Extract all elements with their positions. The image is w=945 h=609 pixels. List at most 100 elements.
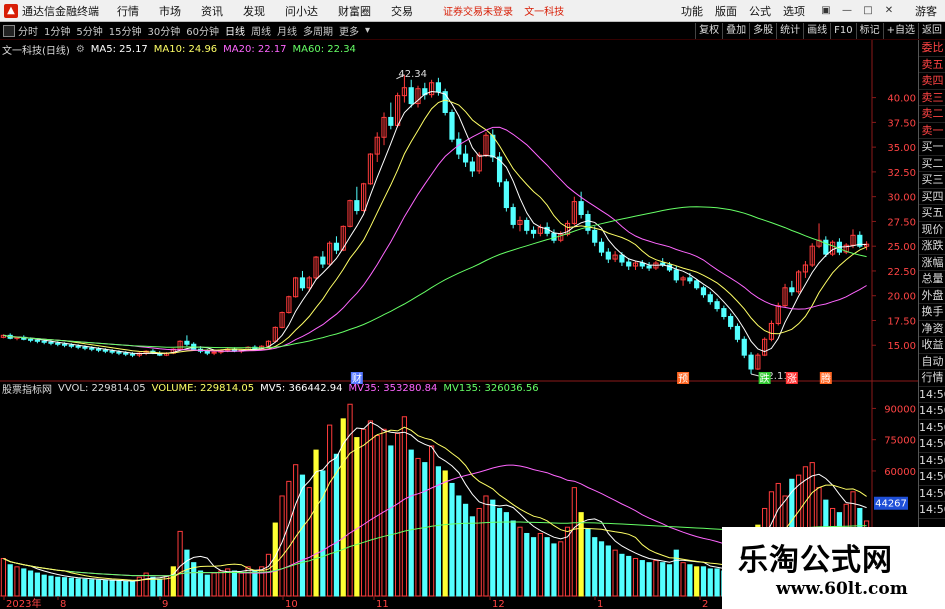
side-panel-item[interactable]: 14:50 [919, 436, 945, 453]
price-legend: 文一科技(日线) ⚙ MA5: 25.17 MA10: 24.96 MA20: … [2, 42, 362, 57]
menu-item-discover[interactable]: 发现 [243, 3, 265, 19]
side-panel-item[interactable]: 买四 [919, 189, 945, 205]
menu-item-ask[interactable]: 问小达 [285, 3, 318, 19]
side-panel-item[interactable]: 卖三 [919, 90, 945, 106]
side-panel-item[interactable]: 14:50 [919, 453, 945, 469]
side-panel-item[interactable]: 卖四 [919, 73, 945, 90]
tool-f10[interactable]: F10 [830, 23, 855, 39]
menu-item-formula[interactable]: 公式 [749, 3, 771, 19]
volume-bar [503, 512, 509, 597]
close-icon[interactable]: ✕ [880, 4, 898, 18]
lock-icon[interactable]: ▣ [817, 4, 835, 18]
side-panel-item[interactable]: 买三 [919, 172, 945, 189]
menu-item-function[interactable]: 功能 [681, 3, 703, 19]
volume-bar [41, 574, 47, 597]
side-panel-item[interactable]: 14:50 [919, 420, 945, 436]
volume-bar [632, 557, 639, 597]
side-panel-item[interactable]: 卖五 [919, 57, 945, 73]
side-panel-item[interactable]: 14:50 [919, 387, 945, 403]
side-panel-item[interactable]: 现价 [919, 222, 945, 238]
menu-item-news[interactable]: 资讯 [201, 3, 223, 19]
side-panel-item[interactable]: 卖二 [919, 106, 945, 123]
guest-user[interactable]: 游客 [915, 3, 937, 19]
side-panel-item[interactable]: 买二 [919, 156, 945, 172]
candle-body [551, 232, 557, 241]
tool-add-watchlist[interactable]: +自选 [882, 23, 918, 39]
side-panel-item[interactable]: 14:50 [919, 502, 945, 519]
side-panel-item[interactable]: 行情 [919, 370, 945, 387]
watermark-url: www.60lt.com [776, 579, 908, 599]
menu-item-options[interactable]: 选项 [783, 3, 805, 19]
side-panel-item[interactable]: 换手 [919, 304, 945, 321]
volume-bar [231, 570, 238, 597]
panel-toggle-icon[interactable] [3, 24, 15, 37]
candle-body [408, 87, 414, 105]
side-panel-item[interactable]: 涨幅 [919, 255, 945, 271]
tool-overlay[interactable]: 叠加 [722, 23, 749, 39]
tool-back[interactable]: 返回 [918, 23, 945, 39]
kline-chart[interactable]: 40.00 37.50 35.00 32.50 30.00 27.50 25.00 22.50… [0, 40, 918, 609]
period-30min[interactable]: 30分钟 [147, 23, 180, 38]
side-panel-item[interactable]: 涨跌 [919, 238, 945, 255]
tool-multi-stock[interactable]: 多股 [749, 23, 776, 39]
tool-adjust[interactable]: 复权 [695, 23, 722, 39]
side-panel-item[interactable]: 14:50 [919, 486, 945, 502]
period-5min[interactable]: 5分钟 [76, 23, 102, 38]
login-status[interactable]: 证券交易未登录 [443, 7, 513, 18]
menu-item-market[interactable]: 市场 [159, 3, 181, 19]
chevron-down-icon[interactable]: ▾ [365, 25, 370, 36]
candle-body [27, 338, 34, 341]
tool-stats[interactable]: 统计 [776, 23, 803, 39]
mv5-value: MV5: 366442.94 [260, 382, 343, 394]
settings-gear-icon[interactable]: ⚙ [76, 44, 85, 55]
side-panel-item[interactable]: 14:50 [919, 403, 945, 420]
period-more[interactable]: 更多 [339, 23, 359, 38]
side-panel-item[interactable]: 14:50 [919, 469, 945, 486]
side-panel-item[interactable]: 买五 [919, 205, 945, 222]
candle-body [299, 277, 306, 289]
side-panel-item[interactable]: 净资 [919, 321, 945, 337]
side-panel-item[interactable]: 卖一 [919, 123, 945, 139]
period-60min[interactable]: 60分钟 [186, 23, 219, 38]
tool-mark[interactable]: 标记 [855, 23, 883, 39]
volume-bar [204, 574, 210, 597]
minimize-icon[interactable]: — [838, 4, 856, 18]
volume-bar [265, 553, 272, 597]
login-notice[interactable]: 证券交易未登录 文一科技 [443, 3, 572, 18]
candle-body [700, 287, 707, 296]
side-panel-item[interactable]: 自动 [919, 354, 945, 370]
period-weekly[interactable]: 周线 [251, 23, 271, 38]
side-panel-item[interactable]: 总量 [919, 271, 945, 288]
candle-body [646, 265, 652, 269]
maximize-icon[interactable]: □ [859, 4, 877, 18]
volume-bar [619, 553, 625, 597]
side-panel-item[interactable]: 委比 [919, 40, 945, 57]
side-panel-item[interactable]: 外盘 [919, 288, 945, 304]
volume-bar [367, 420, 374, 597]
period-monthly[interactable]: 月线 [277, 23, 297, 38]
volume-bar [558, 541, 564, 597]
volume-bar [510, 520, 516, 597]
period-daily[interactable]: 日线 [225, 23, 245, 38]
side-panel-item[interactable]: 买一 [919, 139, 945, 156]
menu-item-trade[interactable]: 交易 [391, 3, 413, 19]
candle-body [592, 229, 598, 243]
volume-bar [660, 562, 666, 597]
period-15min[interactable]: 15分钟 [109, 23, 142, 38]
period-1min[interactable]: 1分钟 [44, 23, 70, 38]
tool-draw[interactable]: 画线 [803, 23, 830, 39]
volume-bar [177, 530, 183, 597]
volume-bar [469, 516, 475, 597]
menu-item-quotes[interactable]: 行情 [117, 3, 139, 19]
side-panel-item[interactable]: 收益 [919, 337, 945, 354]
period-multi[interactable]: 多周期 [303, 23, 333, 38]
menu-item-wealth[interactable]: 财富圈 [338, 3, 371, 19]
menu-item-layout[interactable]: 版面 [715, 3, 737, 19]
watermark-title: 乐淘公式网 [738, 543, 893, 578]
candle-body [530, 229, 537, 234]
volume-bar [211, 572, 217, 597]
candle-body [694, 280, 700, 289]
volume-bar [55, 576, 61, 597]
volume-bar [524, 532, 530, 597]
period-intraday[interactable]: 分时 [18, 23, 38, 38]
